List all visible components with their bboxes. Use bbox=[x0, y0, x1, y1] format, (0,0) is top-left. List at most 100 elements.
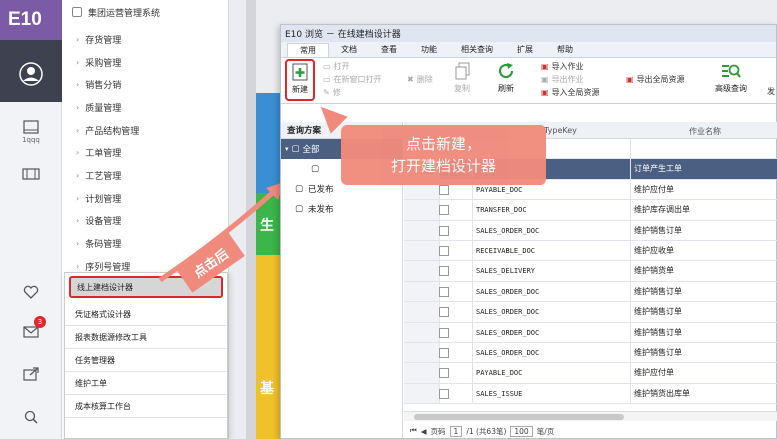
flyout-item-voucher-designer[interactable]: 凭证格式设计器 bbox=[65, 303, 227, 326]
rail-mail-button[interactable] bbox=[0, 310, 62, 354]
rail-panel-button[interactable] bbox=[0, 152, 62, 196]
row-checkbox[interactable] bbox=[439, 327, 449, 338]
advanced-query-button[interactable]: 高级查询 bbox=[715, 62, 747, 94]
row-checkbox[interactable] bbox=[439, 205, 449, 216]
open-icon: ▭ bbox=[323, 62, 331, 71]
table-row[interactable]: SALES_ORDER_DOC 维护销售订单 bbox=[404, 322, 777, 343]
user-icon bbox=[19, 62, 43, 86]
tools-flyout-menu: 线上建档设计器 凭证格式设计器 报表数据源修改工具 任务管理器 维护工单 成本核… bbox=[64, 272, 228, 439]
page-size-select[interactable]: 100 bbox=[510, 425, 533, 437]
modify-button[interactable]: ✎ 修 bbox=[323, 87, 341, 98]
horizontal-scrollbar[interactable] bbox=[404, 411, 777, 421]
page-total: /1 (共63笔) bbox=[466, 426, 507, 436]
open-button[interactable]: ▭ 打开 bbox=[323, 61, 350, 72]
menu-item-label: 条码管理 bbox=[85, 240, 122, 251]
publish-button[interactable]: 发 bbox=[767, 86, 775, 97]
menu-item-purchase[interactable]: › 采购管理 bbox=[62, 51, 228, 74]
scrollbar-thumb[interactable] bbox=[414, 414, 624, 420]
table-row[interactable]: SALES_DELIVERY 维护销货单 bbox=[404, 261, 777, 282]
export-job-button[interactable]: ▣ 导出作业 bbox=[541, 74, 584, 85]
import-job-button[interactable]: ▣ 导入作业 bbox=[541, 61, 584, 72]
flyout-item-cost-workbench[interactable]: 成本核算工作台 bbox=[65, 395, 227, 418]
row-checkbox[interactable] bbox=[439, 388, 449, 399]
menu-item-label: 计划管理 bbox=[85, 194, 122, 205]
export-icon: ▣ bbox=[541, 75, 549, 84]
table-row[interactable]: SALES_ORDER_DOC 维护销售订单 bbox=[404, 343, 777, 364]
table-row[interactable]: SALES_ORDER_DOC 维护销售订单 bbox=[404, 302, 777, 323]
tab-document[interactable]: 文档 bbox=[329, 43, 369, 57]
typekey-cell: SALES_ISSUE bbox=[472, 383, 630, 404]
col-name-header[interactable]: 作业名称 bbox=[689, 126, 721, 137]
flyout-item-report-source-tool[interactable]: 报表数据源修改工具 bbox=[65, 326, 227, 349]
query-icon: ▢ bbox=[311, 164, 320, 174]
tree-node-published-label: 已发布 bbox=[308, 185, 334, 195]
delete-button[interactable]: ✖ 删除 bbox=[407, 74, 433, 85]
modify-label: 修 bbox=[332, 88, 341, 97]
rail-window-button[interactable]: 1qqq bbox=[0, 110, 62, 154]
col-typekey-header[interactable]: TypeKey bbox=[544, 126, 577, 135]
share-icon bbox=[23, 367, 39, 381]
menu-item-quality[interactable]: › 质量管理 bbox=[62, 96, 228, 119]
menu-item-label: 采购管理 bbox=[85, 58, 122, 69]
row-checkbox[interactable] bbox=[439, 307, 449, 318]
query-icon: ▢ bbox=[295, 184, 304, 194]
tab-function[interactable]: 功能 bbox=[409, 43, 449, 57]
open-new-window-button[interactable]: ▭ 在新窗口打开 bbox=[323, 74, 382, 85]
flyout-item-maintain-work-order[interactable]: 维护工单 bbox=[65, 372, 227, 395]
job-name-cell: 维护应付单 bbox=[630, 363, 777, 383]
rail-search-button[interactable] bbox=[0, 395, 62, 439]
tree-node-unpublished[interactable]: ▢ 未发布 bbox=[281, 199, 402, 219]
tab-related-query[interactable]: 相关查询 bbox=[449, 43, 505, 57]
menu-item-work-order[interactable]: › 工单管理 bbox=[62, 141, 228, 164]
rail-share-button[interactable] bbox=[0, 352, 62, 396]
first-page-icon[interactable]: ⏮ bbox=[410, 426, 417, 436]
page-input[interactable]: 1 bbox=[449, 425, 463, 437]
table-row[interactable]: SALES_ORDER_DOC 维护销售订单 bbox=[404, 220, 777, 241]
menu-item-label: 工艺管理 bbox=[85, 171, 122, 182]
flyout-item-task-manager[interactable]: 任务管理器 bbox=[65, 349, 227, 372]
row-checkbox[interactable] bbox=[439, 184, 449, 195]
tab-view[interactable]: 查看 bbox=[369, 43, 409, 57]
typekey-cell: SALES_ORDER_DOC bbox=[472, 302, 630, 322]
table-row[interactable]: TRANSFER_DOC 维护库存调出单 bbox=[404, 200, 777, 221]
rail-favorite-button[interactable] bbox=[0, 270, 62, 314]
menu-item-inventory[interactable]: › 存货管理 bbox=[62, 28, 228, 51]
menu-item-product-structure[interactable]: › 产品结构管理 bbox=[62, 119, 228, 142]
row-checkbox[interactable] bbox=[439, 348, 449, 358]
menu-item-sales[interactable]: › 销售分销 bbox=[62, 73, 228, 96]
row-checkbox[interactable] bbox=[439, 286, 449, 297]
panel-icon bbox=[22, 168, 40, 180]
import-all-button[interactable]: ▣ 导入全局资源 bbox=[541, 87, 600, 98]
caret-down-icon: ▾ bbox=[285, 145, 289, 153]
row-header-cell bbox=[404, 363, 440, 383]
typekey-cell: SALES_ORDER_DOC bbox=[472, 281, 630, 302]
table-row[interactable]: SALES_ISSUE 维护销货出库单 bbox=[404, 383, 777, 405]
user-avatar-button[interactable] bbox=[0, 52, 62, 96]
pager: ⏮ ◀ 页码 1 /1 (共63笔) 100 笔/页 bbox=[404, 422, 777, 439]
query-icon: ▢ bbox=[295, 204, 304, 214]
rail-window-label: 1qqq bbox=[22, 136, 40, 144]
tab-extension[interactable]: 扩展 bbox=[505, 43, 545, 57]
export-all-button[interactable]: ▣ 导出全局资源 bbox=[626, 74, 685, 85]
refresh-button[interactable]: 刷新 bbox=[497, 62, 515, 94]
publish-label: 发 bbox=[767, 87, 775, 96]
new-button[interactable]: 新建 bbox=[287, 62, 313, 95]
row-checkbox[interactable] bbox=[439, 368, 449, 379]
prev-page-icon[interactable]: ◀ bbox=[421, 427, 427, 436]
job-name-cell: 维护销售订单 bbox=[630, 302, 777, 322]
tab-common[interactable]: 常用 bbox=[287, 43, 329, 57]
row-checkbox[interactable] bbox=[439, 266, 449, 277]
chevron-right-icon: › bbox=[76, 239, 80, 249]
table-row[interactable]: PAYABLE_DOC 维护应付单 bbox=[404, 363, 777, 384]
left-rail: E10 1qqq 3 bbox=[0, 0, 62, 439]
copy-label: 复制 bbox=[454, 84, 470, 93]
row-header-cell bbox=[404, 200, 440, 220]
instruction-callout: 点击新建， 打开建档设计器 bbox=[341, 125, 546, 185]
tab-help[interactable]: 帮助 bbox=[545, 43, 585, 57]
table-row[interactable]: RECEIVABLE_DOC 维护应收单 bbox=[404, 241, 777, 262]
row-header-cell bbox=[404, 302, 440, 322]
row-checkbox[interactable] bbox=[439, 225, 449, 236]
row-checkbox[interactable] bbox=[439, 246, 449, 256]
table-row[interactable]: SALES_ORDER_DOC 维护销售订单 bbox=[404, 281, 777, 303]
copy-button[interactable]: 复制 bbox=[453, 62, 471, 94]
